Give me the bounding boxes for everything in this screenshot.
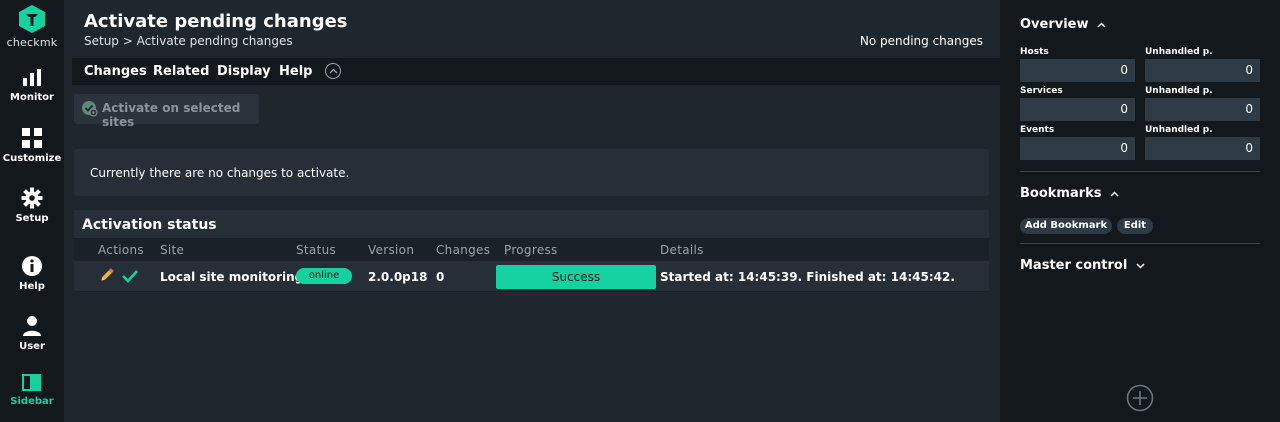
services-count-value: 0 <box>1120 102 1128 116</box>
sidebar-toggle-icon <box>22 374 41 391</box>
page-title: Activate pending changes <box>84 11 348 32</box>
events-label: Events <box>1020 125 1055 135</box>
hosts-unhandled-label: Unhandled p. <box>1145 47 1213 57</box>
checkmk-logo-icon <box>19 5 45 33</box>
column-header-progress: Progress <box>504 243 558 257</box>
sidebar-divider <box>1020 243 1260 244</box>
events-count-value: 0 <box>1120 141 1128 155</box>
events-unhandled-label: Unhandled p. <box>1145 125 1213 135</box>
main-navigation: checkmk Monitor Customize Setup Help Use… <box>0 0 64 422</box>
main-content: Activate pending changes Setup > Activat… <box>64 0 1000 422</box>
table-row: Local site monitoring online 2.0.0p18 0 … <box>74 261 989 291</box>
add-snapin-icon[interactable] <box>1126 384 1154 412</box>
activate-icon <box>82 101 98 117</box>
hosts-unhandled-count[interactable]: 0 <box>1145 59 1260 82</box>
master-control-title-text: Master control <box>1020 258 1128 273</box>
info-message: Currently there are no changes to activa… <box>90 166 350 180</box>
info-icon <box>22 256 42 276</box>
hosts-count-value: 0 <box>1120 63 1128 77</box>
chevron-up-icon <box>329 68 338 74</box>
site-version: 2.0.0p18 <box>368 270 428 284</box>
menu-help[interactable]: Help <box>279 64 312 79</box>
services-unhandled-value: 0 <box>1245 102 1253 116</box>
column-header-actions: Actions <box>98 243 144 257</box>
events-unhandled-value: 0 <box>1245 141 1253 155</box>
user-icon <box>23 316 41 336</box>
page-menu-bar: Changes Related Display Help <box>72 58 1000 85</box>
status-badge: online <box>296 268 352 284</box>
menu-changes[interactable]: Changes <box>84 64 147 79</box>
edit-bookmarks-button[interactable]: Edit <box>1117 218 1153 234</box>
nav-monitor[interactable]: Monitor <box>0 68 64 103</box>
services-unhandled-count[interactable]: 0 <box>1145 98 1260 121</box>
services-count[interactable]: 0 <box>1020 98 1135 121</box>
hosts-label: Hosts <box>1020 47 1049 57</box>
customize-icon <box>22 128 42 148</box>
breadcrumb[interactable]: Setup > Activate pending changes <box>84 34 293 48</box>
overview-title-text: Overview <box>1020 17 1089 32</box>
nav-user[interactable]: User <box>0 315 64 352</box>
chevron-up-icon <box>1110 190 1119 197</box>
site-name: Local site monitoring <box>160 270 304 284</box>
bookmarks-snapin-title[interactable]: Bookmarks <box>1020 186 1119 201</box>
info-message-box: Currently there are no changes to activa… <box>74 149 989 196</box>
nav-setup[interactable]: Setup <box>0 187 64 224</box>
activation-status-panel: Activation status Actions Site Status Ve… <box>74 210 989 292</box>
master-control-snapin-title[interactable]: Master control <box>1020 258 1145 273</box>
nav-help[interactable]: Help <box>0 255 64 292</box>
column-header-version: Version <box>368 243 415 257</box>
overview-snapin-title[interactable]: Overview <box>1020 17 1106 32</box>
menu-related[interactable]: Related <box>153 64 209 79</box>
services-label: Services <box>1020 86 1063 96</box>
column-header-site: Site <box>160 243 185 257</box>
column-header-status: Status <box>296 243 337 257</box>
activation-status-header: Activation status <box>74 210 989 238</box>
add-bookmark-button[interactable]: Add Bookmark <box>1020 218 1112 234</box>
checkmark-icon <box>122 270 138 283</box>
activation-details: Started at: 14:45:39. Finished at: 14:45… <box>660 270 955 284</box>
site-changes-count: 0 <box>436 270 445 284</box>
events-count[interactable]: 0 <box>1020 137 1135 160</box>
chevron-up-icon <box>1097 21 1106 28</box>
logo-text: checkmk <box>6 36 58 49</box>
edit-pencil-icon[interactable] <box>98 268 114 284</box>
bookmarks-title-text: Bookmarks <box>1020 186 1102 201</box>
events-unhandled-count[interactable]: 0 <box>1145 137 1260 160</box>
menu-display[interactable]: Display <box>217 64 271 79</box>
hosts-unhandled-value: 0 <box>1245 63 1253 77</box>
nav-customize-label: Customize <box>2 153 62 164</box>
pending-changes-status: No pending changes <box>859 34 983 48</box>
nav-monitor-label: Monitor <box>10 92 54 103</box>
activation-progress-bar: Success <box>496 265 656 289</box>
nav-help-label: Help <box>19 281 45 292</box>
sidebar-divider <box>1020 171 1260 172</box>
column-header-details: Details <box>660 243 704 257</box>
activate-selected-sites-button[interactable]: Activate on selected sites <box>74 94 259 129</box>
nav-setup-label: Setup <box>15 213 49 224</box>
hosts-count[interactable]: 0 <box>1020 59 1135 82</box>
activate-button-label: Activate on selected sites <box>102 101 241 129</box>
nav-sidebar-label: Sidebar <box>10 396 54 407</box>
chevron-down-icon <box>1136 262 1145 269</box>
gear-icon <box>21 187 43 209</box>
progress-label: Success <box>551 270 601 284</box>
checkmk-logo[interactable]: checkmk <box>0 4 64 49</box>
activation-status-title: Activation status <box>82 217 217 233</box>
column-header-changes: Changes <box>436 243 491 257</box>
nav-sidebar[interactable]: Sidebar <box>0 374 64 407</box>
nav-customize[interactable]: Customize <box>0 127 64 164</box>
services-unhandled-label: Unhandled p. <box>1145 86 1213 96</box>
monitor-icon <box>23 69 41 86</box>
right-sidebar: Overview Hosts Unhandled p. 0 0 Services… <box>1000 0 1280 422</box>
nav-user-label: User <box>19 341 45 352</box>
collapse-menu-button[interactable] <box>325 63 341 79</box>
